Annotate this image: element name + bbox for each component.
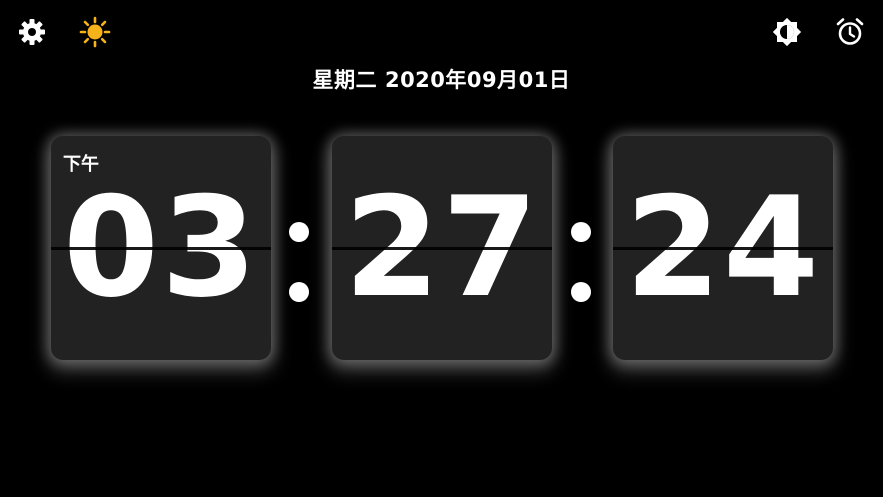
colon-dot [571, 222, 591, 242]
settings-button[interactable] [16, 16, 48, 48]
gear-icon [19, 19, 45, 45]
colon-dot [289, 222, 309, 242]
colon-dot [289, 282, 309, 302]
flip-divider [613, 247, 833, 250]
minutes-card: 27 [332, 136, 552, 360]
hours-card: 下午 03 [51, 136, 271, 360]
flip-divider [332, 247, 552, 250]
colon-separator [571, 222, 591, 302]
date-label: 星期二 2020年09月01日 [312, 68, 571, 92]
colon-dot [571, 282, 591, 302]
flip-divider [51, 247, 271, 250]
brightness-button[interactable] [771, 16, 803, 48]
seconds-card: 24 [613, 136, 833, 360]
alarm-button[interactable] [834, 16, 866, 48]
brightness-icon [772, 17, 802, 47]
alarm-icon [836, 18, 864, 45]
light-mode-button[interactable] [79, 16, 111, 48]
flip-clock-screen: 星期二 2020年09月01日 下午 03 27 24 [0, 0, 883, 497]
colon-separator [289, 222, 309, 302]
sun-icon [79, 16, 111, 48]
